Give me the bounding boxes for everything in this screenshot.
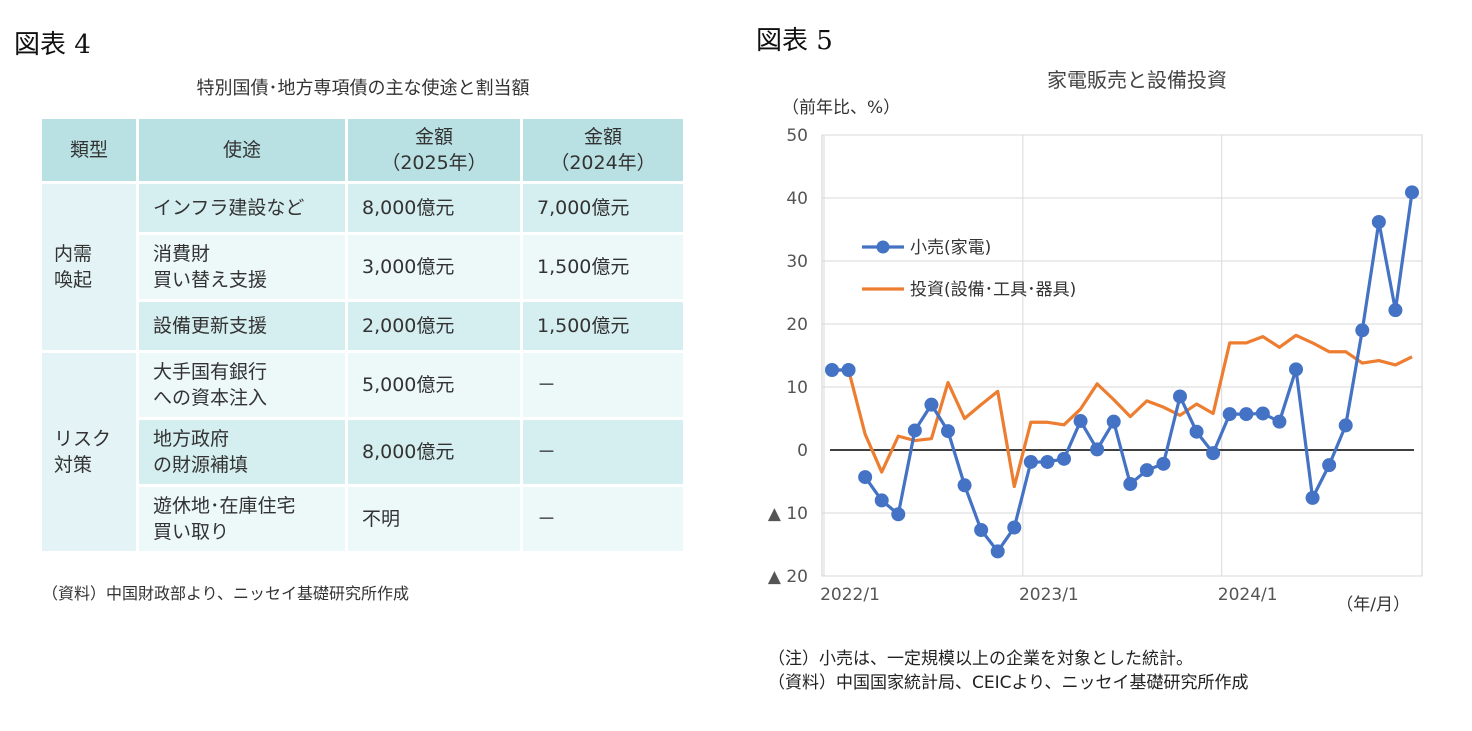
data-point <box>1405 185 1419 200</box>
data-point <box>1355 323 1370 338</box>
chart-source: （資料）中国国家統計局、CEICより、ニッセイ基礎研究所作成 <box>768 673 1249 693</box>
amount-2024-cell: 7,000億元 <box>523 184 683 232</box>
data-point <box>1023 454 1038 469</box>
use-cell: 地方政府 の財源補填 <box>139 420 345 484</box>
data-point <box>1189 424 1204 439</box>
data-point <box>1239 407 1254 422</box>
amount-2025-cell: 3,000億元 <box>348 235 520 299</box>
data-point <box>1123 477 1138 492</box>
header-type: 類型 <box>42 119 136 181</box>
table-title: 特別国債･地方専項債の主な使途と割当額 <box>196 78 530 99</box>
table-row: 地方政府 の財源補填 8,000億元 － <box>42 420 683 484</box>
data-point <box>1156 456 1171 471</box>
data-point <box>891 507 906 522</box>
amount-2025-cell: 8,000億元 <box>348 420 520 484</box>
table-header-row: 類型 使途 金額 （2025年） 金額 （2024年） <box>42 119 683 181</box>
data-point <box>858 470 873 485</box>
figure5-label: 図表 5 <box>756 26 833 56</box>
data-point <box>1007 520 1022 535</box>
data-point <box>1305 490 1320 505</box>
x-tick-label: 2022/1 <box>820 585 880 605</box>
table-row: 設備更新支援 2,000億元 1,500億元 <box>42 302 683 350</box>
data-point <box>1322 458 1337 473</box>
category-cell: リスク 対策 <box>42 353 136 551</box>
data-point <box>990 544 1005 559</box>
data-point <box>825 362 839 377</box>
use-cell: 遊休地･在庫住宅 買い取り <box>139 487 345 551</box>
x-axis-label: （年/月） <box>1336 595 1410 615</box>
legend-label: 投資(設備･工具･器具) <box>910 280 1076 300</box>
data-point <box>1206 446 1221 461</box>
data-point <box>957 478 972 493</box>
data-point <box>1173 389 1187 404</box>
y-tick-label: 20 <box>786 315 808 335</box>
x-tick-label: 2023/1 <box>1019 585 1079 605</box>
amount-2024-cell: 1,500億元 <box>523 302 683 350</box>
amount-2025-cell: 不明 <box>348 487 520 551</box>
data-point <box>1272 414 1287 429</box>
y-tick-label: ▲ 10 <box>768 504 808 524</box>
data-point <box>841 362 856 377</box>
data-point <box>1255 406 1270 421</box>
amount-2025-cell: 8,000億元 <box>348 184 520 232</box>
legend-label: 小売(家電) <box>910 238 991 258</box>
header-use: 使途 <box>139 119 345 181</box>
table-row: 内需 喚起 インフラ建設など 8,000億元 7,000億元 <box>42 184 683 350</box>
data-point <box>1090 442 1105 457</box>
chart-title: 家電販売と設備投資 <box>1047 68 1227 92</box>
chart-note: （注）小売は、一定規模以上の企業を対象とした統計。 <box>768 649 1193 669</box>
data-point <box>1139 463 1154 478</box>
data-point <box>907 423 922 438</box>
y-tick-label: 10 <box>786 378 808 398</box>
data-point <box>941 424 955 439</box>
legend-marker <box>876 240 890 254</box>
amount-2024-cell: － <box>523 353 683 417</box>
line-chart: ▲ 20 ▲ 10 0 10 20 30 40 50 2022/1 2023/1 2024/1 （前年… <box>768 98 1423 615</box>
figure4-label: 図表 4 <box>14 30 91 60</box>
data-point <box>974 523 989 538</box>
data-point <box>1289 362 1303 377</box>
plot-area <box>821 134 1423 577</box>
table-row: 遊休地･在庫住宅 買い取り 不明 － <box>42 487 683 551</box>
use-cell: 設備更新支援 <box>139 302 345 350</box>
table-row: 消費財 買い替え支援 3,000億元 1,500億元 <box>42 235 683 299</box>
data-point <box>874 493 889 508</box>
data-point <box>1057 451 1071 466</box>
data-point <box>1222 407 1237 422</box>
data-point <box>1388 303 1403 318</box>
x-tick-label: 2024/1 <box>1218 585 1278 605</box>
amount-2025-cell: 2,000億元 <box>348 302 520 350</box>
data-point <box>1073 414 1088 429</box>
y-tick-label: 30 <box>786 252 808 272</box>
header-amount-2025: 金額 （2025年） <box>348 119 520 181</box>
use-cell: 消費財 買い替え支援 <box>139 235 345 299</box>
amount-2024-cell: － <box>523 420 683 484</box>
data-point <box>924 397 939 412</box>
data-point <box>1040 454 1055 469</box>
table-row: リスク 対策 大手国有銀行 への資本注入 5,000億元 － <box>42 353 683 551</box>
table-source: （資料）中国財政部より、ニッセイ基礎研究所作成 <box>42 584 410 603</box>
y-tick-label: ▲ 20 <box>768 567 808 587</box>
category-cell: 内需 喚起 <box>42 184 136 350</box>
amount-2024-cell: － <box>523 487 683 551</box>
data-point <box>1371 214 1386 229</box>
header-amount-2024: 金額 （2024年） <box>523 119 683 181</box>
data-point <box>1338 418 1353 433</box>
y-tick-label: 0 <box>797 441 808 461</box>
amount-2024-cell: 1,500億元 <box>523 235 683 299</box>
data-point <box>1106 414 1121 429</box>
amount-2025-cell: 5,000億元 <box>348 353 520 417</box>
y-tick-label: 40 <box>786 189 808 209</box>
y-axis-label: （前年比、%） <box>782 98 900 118</box>
use-cell: 大手国有銀行 への資本注入 <box>139 353 345 417</box>
y-tick-label: 50 <box>786 126 808 146</box>
allocation-table: 類型 使途 金額 （2025年） 金額 （2024年） 内需 喚起 インフラ建設… <box>39 116 686 554</box>
use-cell: インフラ建設など <box>139 184 345 232</box>
